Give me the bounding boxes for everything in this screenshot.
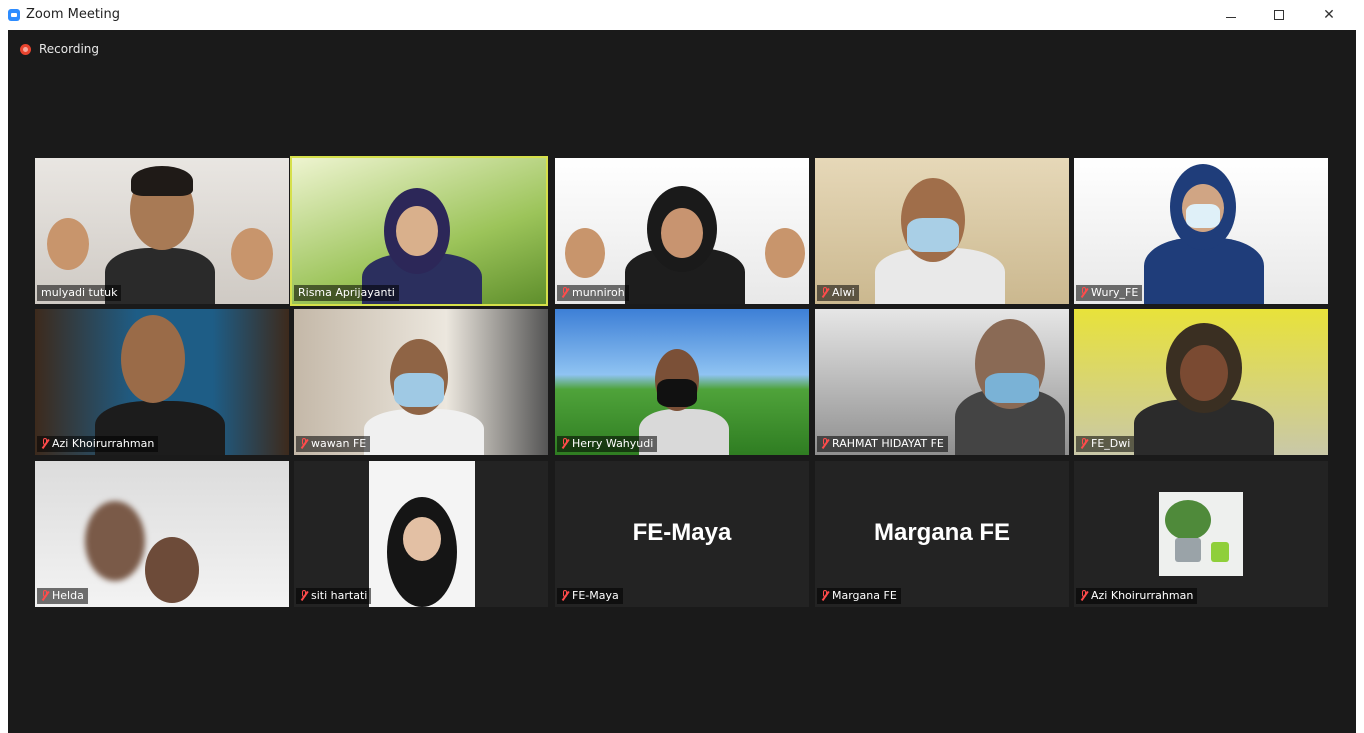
profile-picture — [1159, 492, 1243, 576]
participant-face — [85, 501, 145, 581]
participant-name-label: munniroh — [557, 285, 629, 301]
muted-microphone-icon — [1080, 287, 1088, 298]
plant-leaves — [1165, 500, 1211, 540]
video-tile-camera-off[interactable]: Margana FE Margana FE — [815, 461, 1069, 607]
minimize-button[interactable] — [1208, 2, 1254, 28]
participant-name: Alwi — [832, 286, 855, 299]
participant-name-label: mulyadi tutuk — [37, 285, 122, 301]
window-title: Zoom Meeting — [26, 7, 121, 22]
recording-icon — [20, 43, 31, 55]
participant-face — [145, 537, 199, 603]
participant-name-label: Margana FE — [817, 588, 901, 604]
minimize-icon — [1226, 16, 1236, 18]
muted-microphone-icon — [821, 287, 829, 298]
face-mask — [394, 373, 444, 407]
participant-name: Azi Khoirurrahman — [1091, 589, 1194, 602]
muted-microphone-icon — [561, 287, 569, 298]
participant-name-label: Helda — [37, 588, 88, 604]
participant-name-label: FE-Maya — [557, 588, 623, 604]
muted-microphone-icon — [1080, 590, 1088, 601]
video-tile[interactable]: Azi Khoirurrahman — [35, 309, 289, 455]
participant-face — [661, 208, 703, 258]
video-tile[interactable]: Alwi — [815, 158, 1069, 304]
participant-name: munniroh — [572, 286, 625, 299]
face-mask — [1186, 204, 1220, 228]
participant-video — [105, 248, 215, 304]
participant-video — [364, 409, 484, 455]
participant-name: wawan FE — [311, 437, 367, 450]
maximize-icon — [1274, 10, 1284, 20]
participant-name-label: Risma Aprijayanti — [294, 285, 399, 301]
participant-name: FE-Maya — [572, 589, 619, 602]
participant-name: Risma Aprijayanti — [298, 286, 395, 299]
muted-microphone-icon — [300, 438, 308, 449]
participant-name: Azi Khoirurrahman — [52, 437, 155, 450]
muted-microphone-icon — [41, 590, 49, 601]
face-mask — [907, 218, 959, 252]
close-icon: ✕ — [1323, 7, 1335, 23]
participant-name-label: Azi Khoirurrahman — [1076, 588, 1198, 604]
video-tile[interactable]: mulyadi tutuk — [35, 158, 289, 304]
muted-microphone-icon — [561, 438, 569, 449]
muted-microphone-icon — [1080, 438, 1088, 449]
participant-name: RAHMAT HIDAYAT FE — [832, 437, 944, 450]
participant-center-name: Margana FE — [873, 519, 1011, 546]
plant-pot — [1175, 538, 1201, 562]
video-tile-camera-off[interactable]: Azi Khoirurrahman — [1074, 461, 1328, 607]
video-tile[interactable]: wawan FE — [294, 309, 548, 455]
video-tile-camera-off[interactable]: FE-Maya FE-Maya — [555, 461, 809, 607]
green-cup — [1211, 542, 1229, 562]
participant-face — [403, 517, 441, 561]
thumbs-up-hand — [47, 218, 89, 270]
participant-center-name: FE-Maya — [632, 519, 732, 546]
zoom-app-icon — [8, 9, 20, 21]
participant-name: Wury_FE — [1091, 286, 1139, 299]
participant-face — [121, 315, 185, 403]
video-tile-active-speaker[interactable]: Risma Aprijayanti — [290, 156, 548, 306]
close-button[interactable]: ✕ — [1306, 2, 1352, 28]
participant-name-label: Herry Wahyudi — [557, 436, 658, 452]
participant-face — [396, 206, 438, 256]
participant-name-label: wawan FE — [296, 436, 371, 452]
participant-face — [1180, 345, 1228, 401]
muted-microphone-icon — [821, 590, 829, 601]
title-bar: Zoom Meeting ✕ — [0, 0, 1364, 30]
participant-name: mulyadi tutuk — [41, 286, 118, 299]
participant-name-label: Azi Khoirurrahman — [37, 436, 159, 452]
participant-name-label: FE_Dwi — [1076, 436, 1135, 452]
video-tile[interactable]: Helda — [35, 461, 289, 607]
video-tile[interactable]: Wury_FE — [1074, 158, 1328, 304]
participant-name: FE_Dwi — [1091, 437, 1131, 450]
participant-video — [369, 461, 475, 607]
recording-indicator[interactable]: Recording — [20, 42, 99, 56]
participant-name-label: Alwi — [817, 285, 859, 301]
participant-name-label: siti hartati — [296, 588, 372, 604]
participant-name: Helda — [52, 589, 84, 602]
recording-label: Recording — [39, 42, 100, 56]
participant-name: Herry Wahyudi — [572, 437, 654, 450]
video-tile[interactable]: Herry Wahyudi — [555, 309, 809, 455]
maximize-button[interactable] — [1256, 2, 1302, 28]
thumbs-up-hand — [231, 228, 273, 280]
muted-microphone-icon — [41, 438, 49, 449]
muted-microphone-icon — [300, 590, 308, 601]
participant-name-label: Wury_FE — [1076, 285, 1143, 301]
participant-hair — [131, 166, 193, 196]
video-tile[interactable]: munniroh — [555, 158, 809, 304]
participant-name: Margana FE — [832, 589, 897, 602]
thumbs-up-hand — [565, 228, 605, 278]
participant-name: siti hartati — [311, 589, 368, 602]
face-mask — [985, 373, 1039, 403]
participant-name-label: RAHMAT HIDAYAT FE — [817, 436, 948, 452]
video-tile[interactable]: siti hartati — [294, 461, 548, 607]
muted-microphone-icon — [821, 438, 829, 449]
muted-microphone-icon — [561, 590, 569, 601]
video-tile[interactable]: RAHMAT HIDAYAT FE — [815, 309, 1069, 455]
face-mask — [657, 379, 697, 407]
video-tile[interactable]: FE_Dwi — [1074, 309, 1328, 455]
thumbs-up-hand — [765, 228, 805, 278]
meeting-gallery-view: Recording mulyadi tutuk Risma Aprijayant… — [8, 30, 1356, 733]
